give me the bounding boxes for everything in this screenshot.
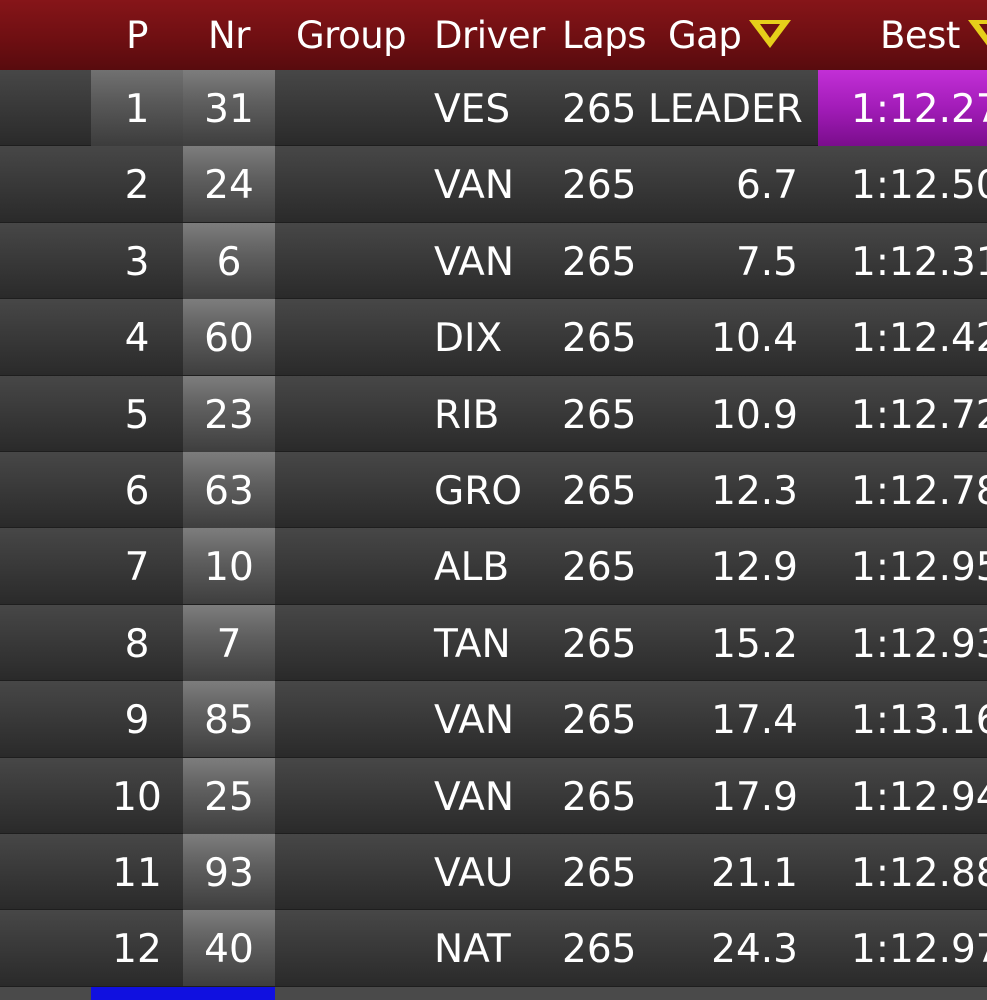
car-number-cell: 6: [216, 239, 242, 285]
table-header: P Nr Group Driver Laps Gap Best: [0, 0, 987, 70]
position-cell: 3: [124, 239, 150, 285]
car-number-cell: 60: [204, 316, 254, 362]
car-number-cell: 40: [204, 927, 254, 973]
column-header-number[interactable]: Nr: [183, 0, 275, 70]
driver-cell: VAU: [434, 850, 514, 896]
table-row[interactable]: 7 10 ALB 265 12.9 1:12.95: [0, 528, 987, 605]
driver-cell: NAT: [434, 927, 511, 973]
position-cell: 12: [112, 927, 162, 973]
laps-cell: 265: [562, 239, 637, 285]
driver-cell: ALB: [434, 545, 510, 591]
laps-cell: 265: [562, 774, 637, 820]
car-number-cell: 93: [204, 850, 254, 896]
position-cell: 4: [124, 316, 150, 362]
driver-cell: VAN: [434, 698, 515, 744]
laps-cell: 265: [562, 316, 637, 362]
table-row[interactable]: 4 60 DIX 265 10.4 1:12.42: [0, 299, 987, 376]
laps-cell: 265: [562, 87, 637, 132]
column-header-position[interactable]: P: [91, 0, 183, 70]
car-number-cell: 63: [204, 468, 254, 514]
best-lap-cell: 1:12.31: [851, 239, 987, 285]
driver-cell: DIX: [434, 316, 503, 362]
position-cell: 7: [124, 545, 150, 591]
car-number-cell: 31: [204, 87, 254, 132]
gap-cell: 6.7: [735, 163, 798, 209]
car-number-cell: 23: [204, 392, 254, 438]
column-header-gap[interactable]: Gap: [668, 0, 808, 70]
position-cell: 8: [124, 621, 150, 667]
gap-cell: 17.9: [711, 774, 798, 820]
sort-down-triangle-icon[interactable]: [967, 19, 987, 48]
table-row[interactable]: 10 25 VAN 265 17.9 1:12.94: [0, 757, 987, 834]
gap-cell: 7.5: [735, 239, 798, 285]
driver-cell: GRO: [434, 468, 523, 514]
table-row[interactable]: 3 6 VAN 265 7.5 1:12.31: [0, 222, 987, 300]
best-lap-cell: 1:12.78: [851, 468, 987, 514]
laps-cell: 265: [562, 392, 637, 438]
table-row[interactable]: 1 31 VES 265 LEADER 1:12.27: [0, 70, 987, 147]
laps-cell: 265: [562, 698, 637, 744]
position-cell: 5: [124, 392, 150, 438]
driver-cell: VAN: [434, 239, 515, 285]
position-marker-blue: [91, 987, 275, 1000]
best-lap-cell: 1:12.72: [851, 392, 987, 438]
position-cell: 6: [124, 468, 150, 514]
driver-cell: VES: [434, 87, 511, 132]
car-number-cell: 25: [204, 774, 254, 820]
gap-label: Gap: [668, 14, 742, 57]
table-row[interactable]: 6 63 GRO 265 12.3 1:12.78: [0, 451, 987, 529]
gap-cell: 12.9: [711, 545, 798, 591]
column-header-laps[interactable]: Laps: [562, 0, 652, 70]
best-lap-cell: 1:12.94: [851, 774, 987, 820]
best-label: Best: [880, 14, 960, 57]
best-lap-cell: 1:12.88: [851, 850, 987, 896]
position-cell: 1: [124, 87, 150, 132]
best-lap-cell: 1:12.95: [851, 545, 987, 591]
laps-cell: 265: [562, 621, 637, 667]
position-cell: 9: [124, 698, 150, 744]
gap-cell: 24.3: [711, 927, 798, 973]
best-lap-cell: 1:12.42: [851, 316, 987, 362]
table-row[interactable]: 2 24 VAN 265 6.7 1:12.50: [0, 146, 987, 223]
table-row[interactable]: 5 23 RIB 265 10.9 1:12.72: [0, 375, 987, 452]
sort-down-triangle-icon[interactable]: [749, 19, 792, 48]
position-cell: 11: [112, 850, 162, 896]
table-row[interactable]: 11 93 VAU 265 21.1 1:12.88: [0, 833, 987, 911]
timing-table: P Nr Group Driver Laps Gap Best 1 31 VES 26…: [0, 0, 987, 1000]
best-lap-cell: 1:12.27: [851, 87, 987, 132]
laps-cell: 265: [562, 850, 637, 896]
car-number-cell: 85: [204, 698, 254, 744]
laps-cell: 265: [562, 163, 637, 209]
table-row[interactable]: 12 40 NAT 265 24.3 1:12.97: [0, 910, 987, 987]
column-header-best[interactable]: Best: [880, 0, 987, 70]
table-body: 1 31 VES 265 LEADER 1:12.27 2 24 VAN 265 6.7 1:12.5…: [0, 70, 987, 987]
table-row[interactable]: 9 85 VAN 265 17.4 1:13.16: [0, 681, 987, 758]
driver-cell: TAN: [434, 621, 511, 667]
car-number-cell: 10: [204, 545, 254, 591]
gap-cell: 10.9: [711, 392, 798, 438]
gap-cell: 12.3: [711, 468, 798, 514]
gap-cell: 21.1: [711, 850, 798, 896]
driver-cell: VAN: [434, 774, 515, 820]
laps-cell: 265: [562, 468, 637, 514]
laps-cell: 265: [562, 927, 637, 973]
car-number-cell: 7: [216, 621, 242, 667]
gap-cell: 10.4: [711, 316, 798, 362]
gap-cell: 17.4: [711, 698, 798, 744]
best-lap-cell: 1:12.93: [851, 621, 987, 667]
column-header-driver[interactable]: Driver: [434, 0, 559, 70]
table-row[interactable]: 8 7 TAN 265 15.2 1:12.93: [0, 604, 987, 682]
driver-cell: RIB: [434, 392, 500, 438]
car-number-cell: 24: [204, 163, 254, 209]
position-cell: 2: [124, 163, 150, 209]
best-lap-cell: 1:13.16: [851, 698, 987, 744]
best-lap-cell: 1:12.97: [851, 927, 987, 973]
driver-cell: VAN: [434, 163, 515, 209]
position-cell: 10: [112, 774, 162, 820]
gap-cell: 15.2: [711, 621, 798, 667]
column-header-group[interactable]: Group: [296, 0, 416, 70]
gap-cell: LEADER: [648, 87, 803, 132]
laps-cell: 265: [562, 545, 637, 591]
best-lap-cell: 1:12.50: [851, 163, 987, 209]
